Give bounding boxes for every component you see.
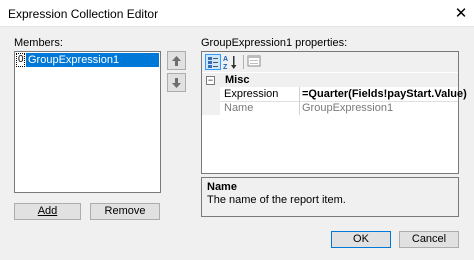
svg-text:A: A xyxy=(223,56,228,63)
property-value-expression[interactable]: =Quarter(Fields!payStart.Value) xyxy=(299,87,467,101)
cancel-button[interactable]: Cancel xyxy=(399,231,459,248)
ok-button[interactable]: OK xyxy=(331,231,391,248)
properties-label: GroupExpression1 properties: xyxy=(201,37,348,49)
property-grid-toolbar: A Z xyxy=(202,52,458,72)
alphabetical-button[interactable]: A Z xyxy=(223,54,239,71)
member-name: GroupExpression1 xyxy=(26,53,159,67)
property-row-expression[interactable]: Expression =Quarter(Fields!payStart.Valu… xyxy=(202,87,467,102)
alphabetical-icon: A Z xyxy=(223,56,237,71)
category-name: Misc xyxy=(225,74,250,86)
add-button[interactable]: Add xyxy=(14,203,81,220)
window-title: Expression Collection Editor xyxy=(8,7,159,21)
description-pane: Name The name of the report item. xyxy=(201,177,459,217)
row-margin xyxy=(202,87,220,101)
property-grid[interactable]: A Z − Misc Expression =Quarter(Fields!pa… xyxy=(201,51,467,174)
categorized-icon xyxy=(208,57,218,68)
property-pages-button[interactable] xyxy=(247,54,263,70)
move-down-button[interactable] xyxy=(167,73,186,92)
categorized-button[interactable] xyxy=(205,54,221,70)
description-text: The name of the report item. xyxy=(207,194,346,206)
row-margin xyxy=(202,101,220,115)
description-title: Name xyxy=(207,181,237,193)
svg-text:Z: Z xyxy=(223,64,228,70)
add-label: Add xyxy=(37,205,58,217)
close-button[interactable]: ✕ xyxy=(448,0,474,27)
remove-label: Remove xyxy=(104,205,146,217)
property-pages-icon xyxy=(247,55,261,67)
members-list[interactable]: 0 GroupExpression1 xyxy=(14,51,161,193)
property-name: Name xyxy=(224,102,254,114)
arrow-down-icon xyxy=(172,78,181,88)
cancel-label: Cancel xyxy=(411,233,447,245)
close-icon: ✕ xyxy=(454,5,468,22)
category-row-misc[interactable]: − Misc xyxy=(202,73,458,87)
arrow-up-icon xyxy=(172,56,181,66)
toolbar-separator xyxy=(243,55,244,69)
property-value-name[interactable]: GroupExpression1 xyxy=(299,101,458,115)
members-label: Members: xyxy=(14,37,63,49)
ok-label: OK xyxy=(353,233,369,245)
property-row-name[interactable]: Name GroupExpression1 xyxy=(202,101,458,115)
list-item[interactable]: 0 GroupExpression1 xyxy=(16,53,159,67)
collapse-icon[interactable]: − xyxy=(206,76,215,85)
property-name: Expression xyxy=(224,88,279,100)
move-up-button[interactable] xyxy=(167,51,186,70)
remove-button[interactable]: Remove xyxy=(90,203,160,220)
member-index: 0 xyxy=(16,53,25,67)
